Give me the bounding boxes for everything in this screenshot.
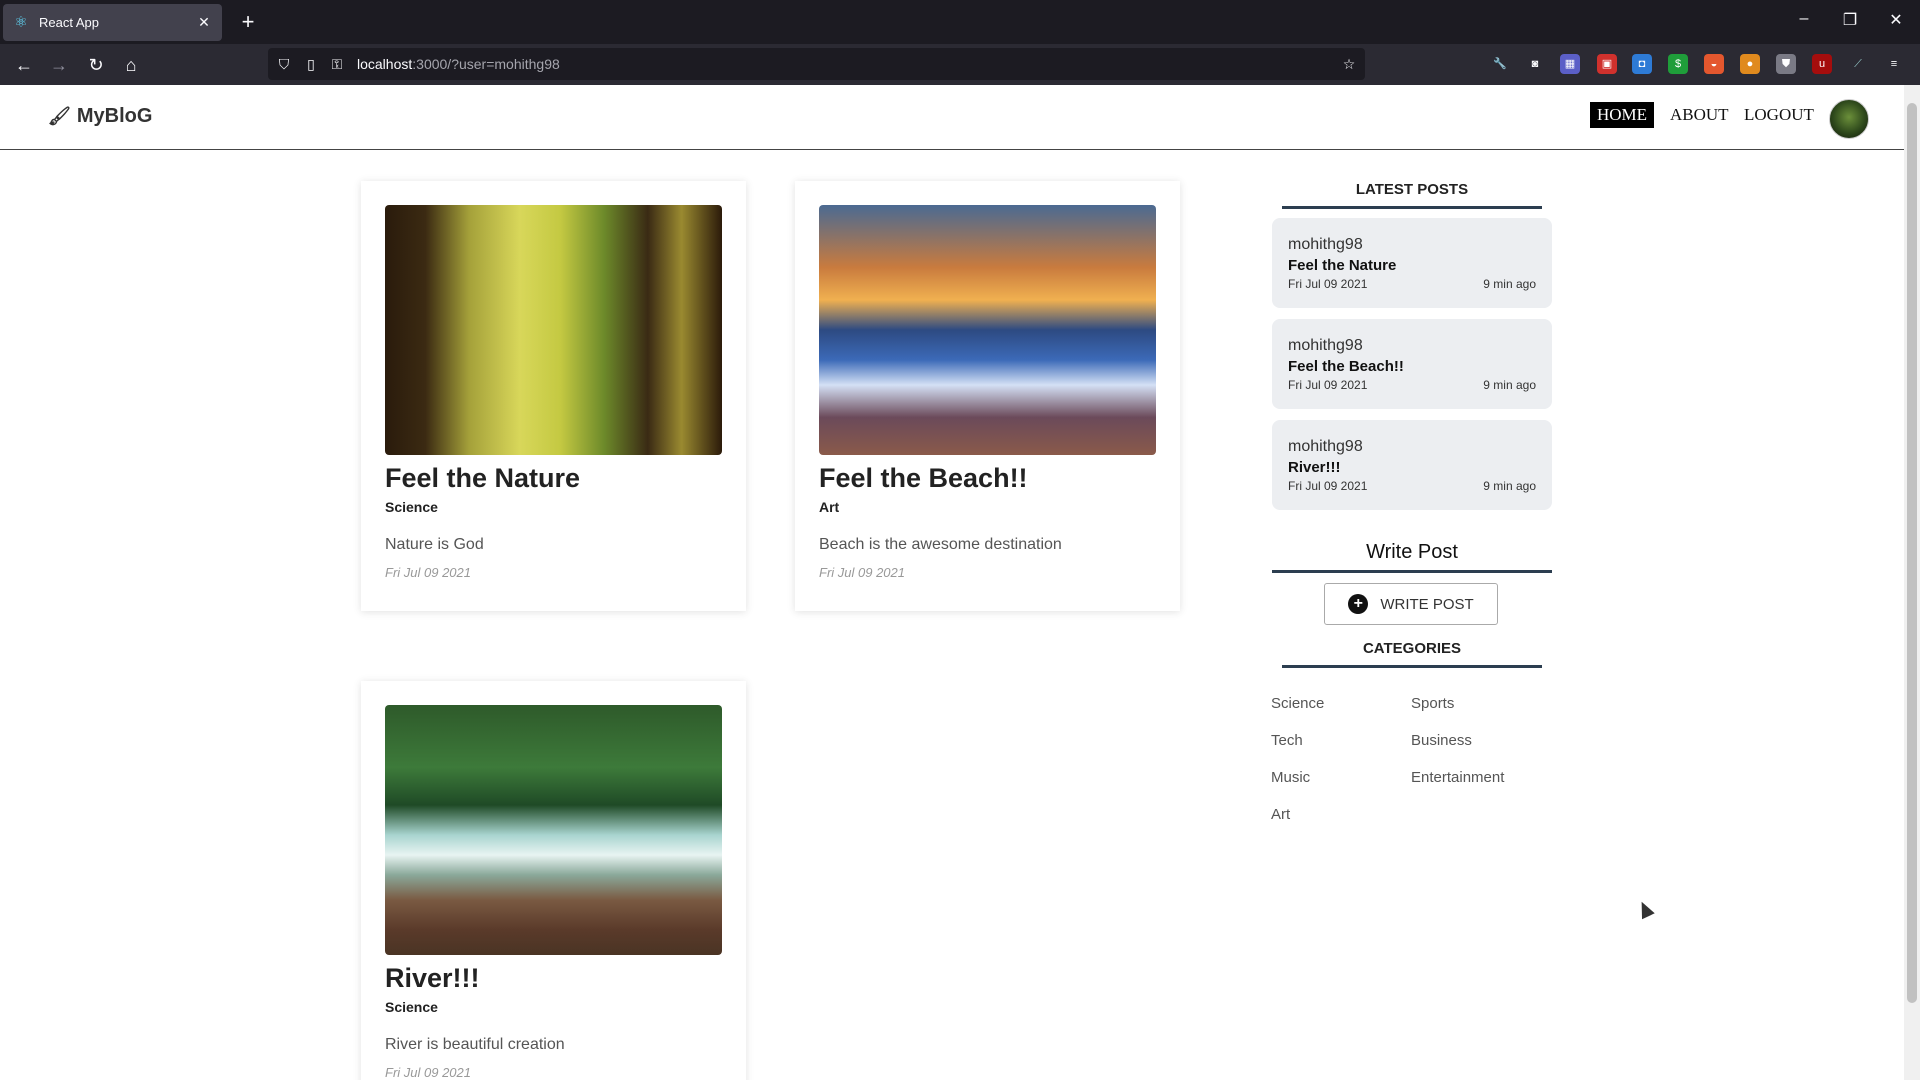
category-link-science[interactable]: Science xyxy=(1271,695,1324,712)
category-link-art[interactable]: Art xyxy=(1271,806,1290,823)
post-description: Beach is the awesome destination xyxy=(819,536,1062,553)
categories-heading: CATEGORIES xyxy=(1282,640,1542,668)
extension-icon[interactable]: ▣ xyxy=(1597,54,1617,74)
nav-about[interactable]: ABOUT xyxy=(1663,102,1736,128)
url-path: :3000/?user=mohithg98 xyxy=(412,56,560,72)
category-link-sports[interactable]: Sports xyxy=(1411,695,1454,712)
tab-title: React App xyxy=(39,15,99,30)
latest-post-date: Fri Jul 09 2021 xyxy=(1288,277,1368,291)
browser-toolbar: ← → ↻ ⌂ ⛉ ▯ ⚿ localhost:3000/?user=mohit… xyxy=(0,44,1920,85)
url-host: localhost xyxy=(357,56,413,72)
reload-button[interactable]: ↻ xyxy=(84,53,108,77)
latest-post-item[interactable]: mohithg98 River!!! Fri Jul 09 2021 9 min… xyxy=(1272,420,1552,510)
url-text[interactable]: localhost:3000/?user=mohithg98 xyxy=(357,56,560,72)
site-logo[interactable]: 🖌 MyBloG xyxy=(48,105,152,128)
latest-post-date: Fri Jul 09 2021 xyxy=(1288,479,1368,493)
latest-posts-heading: LATEST POSTS xyxy=(1282,181,1542,209)
write-post-button[interactable]: + WRITE POST xyxy=(1324,583,1498,625)
post-card[interactable]: Feel the Nature Science Nature is God Fr… xyxy=(361,181,746,611)
forward-button[interactable]: → xyxy=(47,53,71,77)
extension-icon[interactable]: ⟋ xyxy=(1848,54,1868,74)
permissions-icon[interactable]: ⚿ xyxy=(328,55,346,73)
page-icon[interactable]: ▯ xyxy=(302,55,320,73)
latest-post-title[interactable]: Feel the Nature xyxy=(1288,257,1396,274)
post-category[interactable]: Science xyxy=(385,999,438,1015)
browser-tab-bar: ⚛ React App ✕ + – ❐ ✕ xyxy=(0,0,1920,44)
restore-icon[interactable]: ❐ xyxy=(1838,10,1862,30)
post-card[interactable]: Feel the Beach!! Art Beach is the awesom… xyxy=(795,181,1180,611)
post-category[interactable]: Science xyxy=(385,499,438,515)
extension-icon[interactable]: ● xyxy=(1740,54,1760,74)
brush-icon: 🖌 xyxy=(48,106,71,126)
mouse-cursor-icon xyxy=(1635,898,1655,920)
write-post-label: WRITE POST xyxy=(1380,595,1474,613)
latest-post-user: mohithg98 xyxy=(1288,236,1363,253)
latest-post-title[interactable]: Feel the Beach!! xyxy=(1288,358,1404,375)
page-scrollbar[interactable] xyxy=(1904,85,1920,1080)
latest-post-ago: 9 min ago xyxy=(1483,277,1536,291)
nav-logout[interactable]: LOGOUT xyxy=(1737,102,1821,128)
pocket-icon[interactable]: ◙ xyxy=(1525,54,1545,74)
latest-post-title[interactable]: River!!! xyxy=(1288,459,1341,476)
extension-icon[interactable]: ◘ xyxy=(1632,54,1652,74)
address-bar[interactable]: ⛉ ▯ ⚿ localhost:3000/?user=mohithg98 ☆ xyxy=(268,48,1365,80)
post-description: River is beautiful creation xyxy=(385,1036,565,1053)
extension-icon[interactable]: ▦ xyxy=(1560,54,1580,74)
bookmark-star-icon[interactable]: ☆ xyxy=(1340,55,1358,73)
wrench-icon[interactable]: 🔧 xyxy=(1490,54,1510,74)
add-circle-icon: + xyxy=(1348,594,1369,614)
category-link-entertainment[interactable]: Entertainment xyxy=(1411,769,1504,786)
extension-icon[interactable]: $ xyxy=(1668,54,1688,74)
site-header: 🖌 MyBloG HOME ABOUT LOGOUT xyxy=(0,85,1904,150)
new-tab-button[interactable]: + xyxy=(236,10,260,34)
post-image[interactable] xyxy=(385,205,722,455)
latest-post-date: Fri Jul 09 2021 xyxy=(1288,378,1368,392)
post-category[interactable]: Art xyxy=(819,499,839,515)
extension-icon[interactable]: ⛊ xyxy=(1776,54,1796,74)
latest-post-item[interactable]: mohithg98 Feel the Beach!! Fri Jul 09 20… xyxy=(1272,319,1552,409)
category-link-business[interactable]: Business xyxy=(1411,732,1472,749)
site-brand: MyBloG xyxy=(76,105,153,127)
close-window-icon[interactable]: ✕ xyxy=(1884,10,1908,30)
post-image[interactable] xyxy=(819,205,1156,455)
avatar[interactable] xyxy=(1829,99,1869,139)
scrollbar-thumb[interactable] xyxy=(1907,103,1917,1003)
browser-tab[interactable]: ⚛ React App ✕ xyxy=(3,4,222,41)
post-description: Nature is God xyxy=(385,536,484,553)
extension-icon[interactable]: ◒ xyxy=(1704,54,1724,74)
back-button[interactable]: ← xyxy=(12,53,36,77)
close-tab-icon[interactable]: ✕ xyxy=(194,14,214,31)
minimize-icon[interactable]: – xyxy=(1792,10,1816,28)
post-date: Fri Jul 09 2021 xyxy=(385,1065,471,1080)
latest-post-item[interactable]: mohithg98 Feel the Nature Fri Jul 09 202… xyxy=(1272,218,1552,308)
latest-post-ago: 9 min ago xyxy=(1483,479,1536,493)
latest-post-user: mohithg98 xyxy=(1288,438,1363,455)
ublock-icon[interactable]: u xyxy=(1812,54,1832,74)
post-image[interactable] xyxy=(385,705,722,955)
page-content: 🖌 MyBloG HOME ABOUT LOGOUT Feel the Natu… xyxy=(0,85,1904,1080)
react-icon: ⚛ xyxy=(14,13,28,31)
post-title[interactable]: Feel the Nature xyxy=(385,463,580,494)
post-date: Fri Jul 09 2021 xyxy=(385,565,471,580)
category-link-music[interactable]: Music xyxy=(1271,769,1310,786)
latest-post-user: mohithg98 xyxy=(1288,337,1363,354)
category-link-tech[interactable]: Tech xyxy=(1271,732,1303,749)
menu-icon[interactable]: ≡ xyxy=(1884,54,1904,74)
post-title[interactable]: River!!! xyxy=(385,963,480,994)
write-post-heading: Write Post xyxy=(1272,541,1552,573)
post-card[interactable]: River!!! Science River is beautiful crea… xyxy=(361,681,746,1080)
latest-post-ago: 9 min ago xyxy=(1483,378,1536,392)
home-button[interactable]: ⌂ xyxy=(119,53,143,77)
shield-icon[interactable]: ⛉ xyxy=(275,55,293,73)
post-title[interactable]: Feel the Beach!! xyxy=(819,463,1028,494)
nav-home[interactable]: HOME xyxy=(1590,102,1655,128)
post-date: Fri Jul 09 2021 xyxy=(819,565,905,580)
